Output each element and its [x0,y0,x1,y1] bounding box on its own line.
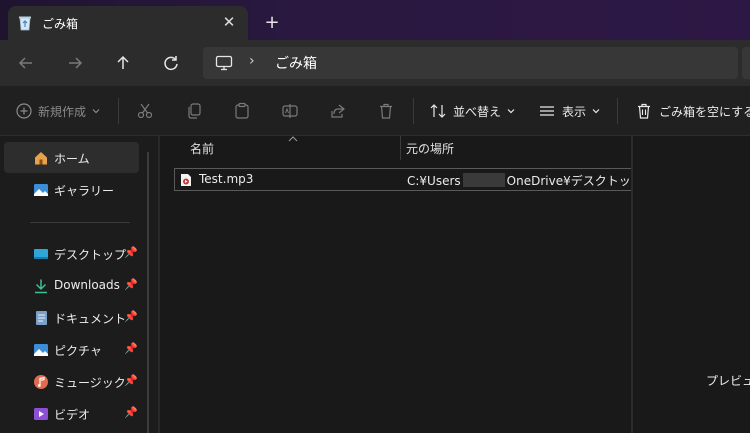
table-row[interactable]: Test.mp3 C:¥Users OneDrive¥デスクトップ [174,168,643,191]
music-icon [34,375,48,389]
trash-icon [638,103,650,119]
paste-button[interactable] [233,86,251,136]
sidebar-item-label: Downloads [54,278,120,292]
pin-icon[interactable]: 📌 [124,246,138,260]
forward-arrow-icon[interactable] [64,52,86,74]
documents-icon [36,311,47,325]
empty-recycle-bin-button[interactable]: ごみ箱を空にする [635,86,750,136]
plus-circle-icon [16,103,32,119]
clipboard-icon [235,102,249,119]
trash-icon [380,103,392,119]
delete-button[interactable] [377,86,395,136]
location-suffix: OneDrive¥デスクトップ [506,174,643,188]
sidebar-item-pictures[interactable]: ピクチャ 📌 [4,334,139,365]
chevron-right-icon: › [249,53,255,69]
divider [617,98,618,124]
preview-message: プレビューを [706,374,750,388]
pin-icon[interactable]: 📌 [124,406,138,420]
empty-recycle-bin-label: ごみ箱を空にする [659,104,750,119]
file-list: 名前 元の場所 Test.mp3 C:¥Users OneDrive¥デスクトップ [160,136,643,433]
chevron-down-icon [507,109,515,114]
original-location: C:¥Users OneDrive¥デスクトップ [407,172,643,189]
sidebar-item-documents[interactable]: ドキュメント 📌 [4,302,139,333]
new-label: 新規作成 [38,104,87,119]
desktop-folder-icon [34,249,48,259]
sidebar-item-music[interactable]: ミュージック 📌 [4,366,139,397]
divider [413,98,414,124]
sidebar-item-label: ドキュメント [54,312,127,326]
sidebar-divider [30,222,130,223]
navigation-pane: ホーム ギャラリー デスクトップ 📌 Downloads 📌 ドキュメント 📌 [0,136,158,433]
up-arrow-icon[interactable] [112,52,134,74]
view-label: 表示 [562,104,587,119]
home-icon [35,152,47,165]
sort-button[interactable]: 並べ替え [429,86,515,136]
pin-icon[interactable]: 📌 [124,374,138,388]
title-bar: ごみ箱 ✕ + [0,0,750,40]
command-bar: 新規作成 並べ替え 表示 ごみ箱を空にする [0,86,750,136]
scissors-icon [137,103,153,119]
pin-icon[interactable]: 📌 [124,342,138,356]
copy-button[interactable] [185,86,203,136]
sidebar-item-label: ギャラリー [54,184,115,198]
rename-icon [282,104,298,118]
sidebar-item-desktop[interactable]: デスクトップ 📌 [4,238,139,269]
tab-recycle-bin[interactable]: ごみ箱 ✕ [8,6,248,40]
chevron-down-icon [592,109,600,114]
view-button[interactable]: 表示 [538,86,600,136]
share-button[interactable] [329,86,347,136]
address-bar[interactable]: › ごみ箱 [203,47,738,79]
videos-icon [34,408,48,420]
gallery-icon [34,184,48,196]
sidebar-item-gallery[interactable]: ギャラリー [4,174,139,205]
pin-icon[interactable]: 📌 [124,278,138,292]
file-name: Test.mp3 [199,172,254,186]
close-tab-icon[interactable]: ✕ [219,12,239,32]
tab-title: ごみ箱 [42,17,79,31]
sort-icon [430,104,446,118]
rename-button[interactable] [281,86,299,136]
sidebar-scrollbar[interactable] [147,152,149,433]
pictures-icon [34,344,48,356]
sort-label: 並べ替え [453,104,502,119]
redacted-username [462,173,505,187]
new-button[interactable]: 新規作成 [16,86,100,136]
sidebar-item-label: ビデオ [54,408,91,422]
new-tab-button[interactable]: + [262,13,282,33]
sort-caret-icon [288,136,298,142]
sidebar-item-label: ホーム [54,152,90,166]
column-header-name[interactable]: 名前 [190,140,214,157]
list-view-icon [540,106,554,116]
sidebar-item-videos[interactable]: ビデオ 📌 [4,398,139,429]
audio-file-icon [181,174,191,186]
column-header-original-location[interactable]: 元の場所 [406,140,454,157]
preview-pane: プレビューを [633,136,750,433]
location-prefix: C:¥Users [407,174,461,188]
sidebar-item-home[interactable]: ホーム [4,142,139,173]
pin-icon[interactable]: 📌 [124,310,138,324]
address-path[interactable]: ごみ箱 [275,53,317,73]
back-arrow-icon[interactable] [15,52,37,74]
copy-icon [188,103,201,119]
column-divider[interactable] [400,136,401,160]
computer-icon [215,55,233,71]
recycle-bin-icon [19,16,31,31]
sidebar-item-downloads[interactable]: Downloads 📌 [4,270,139,301]
refresh-icon[interactable] [160,52,182,74]
share-icon [331,104,345,118]
search-box[interactable] [742,47,750,79]
sidebar-item-label: デスクトップ [54,248,127,262]
download-icon [35,279,47,294]
navigation-bar: › ごみ箱 [0,40,750,86]
sidebar-item-label: ピクチャ [54,344,102,358]
chevron-down-icon [92,109,100,114]
divider [118,98,119,124]
cut-button[interactable] [136,86,154,136]
sidebar-item-label: ミュージック [54,376,126,390]
